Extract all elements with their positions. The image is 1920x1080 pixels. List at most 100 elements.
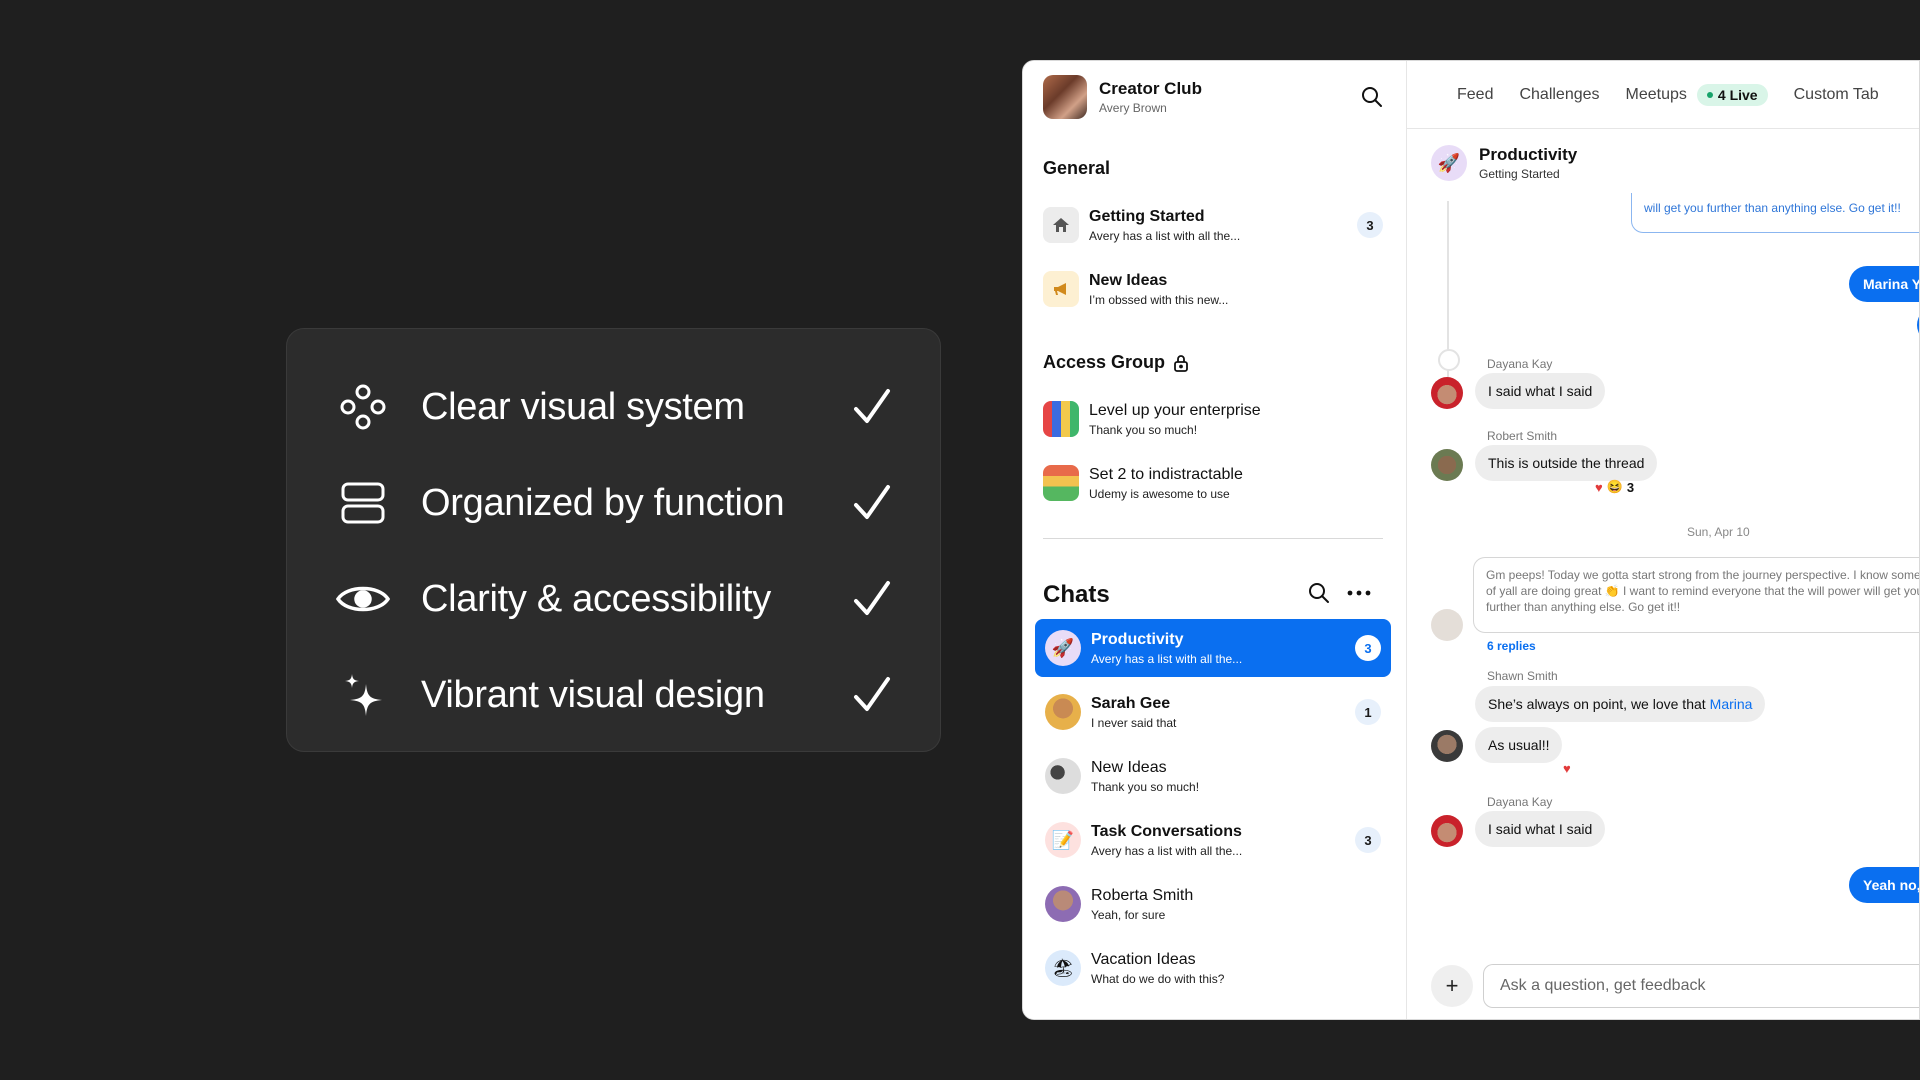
chat-preview: Thank you so much! <box>1091 779 1200 794</box>
composer: + <box>1431 964 1919 1008</box>
add-attachment-button[interactable]: + <box>1431 965 1473 1007</box>
checkmark-icon <box>850 385 894 429</box>
conversation-title: Productivity <box>1479 145 1578 164</box>
chat-item-new-ideas[interactable]: New Ideas Thank you so much! <box>1035 747 1391 805</box>
quoted-message[interactable]: will get you further than anything else.… <box>1631 193 1919 233</box>
unread-badge: 3 <box>1355 635 1381 661</box>
home-icon <box>1043 207 1079 243</box>
checkmark-icon <box>850 577 894 621</box>
search-icon[interactable] <box>1305 579 1333 607</box>
group-avatar <box>1045 758 1081 794</box>
avatar <box>1045 886 1081 922</box>
channel-name: Getting Started <box>1089 207 1205 225</box>
tab-feed[interactable]: Feed <box>1457 86 1493 104</box>
live-badge[interactable]: 4 Live <box>1696 83 1768 106</box>
club-avatar[interactable] <box>1043 75 1087 119</box>
main-panel: Feed Challenges Meetups 4 Live Custom Ta… <box>1407 61 1919 1019</box>
more-icon[interactable] <box>1345 579 1373 607</box>
chat-item-task-conversations[interactable]: 📝 Task Conversations Avery has a list wi… <box>1035 811 1391 869</box>
avatar[interactable] <box>1431 377 1463 409</box>
heart-icon[interactable]: ♥ <box>1563 761 1571 776</box>
channel-indistractable[interactable]: Set 2 to indistractable Udemy is awesome… <box>1043 457 1383 509</box>
avatar <box>1045 694 1081 730</box>
message-bubble[interactable]: I said what I said <box>1475 373 1606 409</box>
replies-link[interactable]: 6 replies <box>1487 639 1536 653</box>
feature-label: Organized by function <box>421 481 785 524</box>
channel-level-up[interactable]: Level up your enterprise Thank you so mu… <box>1043 393 1383 445</box>
rocket-icon: 🚀 <box>1045 630 1081 666</box>
message-text: She’s always on point, we love that <box>1488 696 1706 712</box>
message-bubble[interactable]: I said what I said <box>1475 811 1606 847</box>
chat-preview: I never said that <box>1091 715 1177 730</box>
message-input[interactable] <box>1483 964 1919 1008</box>
chat-name: Productivity <box>1091 630 1184 648</box>
umbrella-icon: 🏖 <box>1045 950 1081 986</box>
feature-row: Vibrant visual design <box>333 647 894 743</box>
chat-name: Sarah Gee <box>1091 694 1171 712</box>
unread-badge: 3 <box>1357 212 1383 238</box>
sidebar-header: Creator Club Avery Brown <box>1043 73 1386 121</box>
message-bubble[interactable]: She’s always on point, we love that Mari… <box>1475 686 1766 722</box>
feature-label: Clarity & accessibility <box>421 577 771 620</box>
feature-row: Clear visual system <box>333 359 894 455</box>
channel-new-ideas[interactable]: New Ideas I’m obssed with this new... <box>1043 263 1383 315</box>
tab-bar: Feed Challenges Meetups 4 Live Custom Ta… <box>1407 61 1919 129</box>
chat-preview: Yeah, for sure <box>1091 907 1166 922</box>
lock-icon <box>1173 354 1189 372</box>
message-bubble[interactable]: This is outside the thread <box>1475 445 1658 481</box>
channel-name: New Ideas <box>1089 271 1168 289</box>
eye-icon <box>333 569 393 629</box>
layers-icon <box>333 473 393 533</box>
channel-name: Set 2 to indistractable <box>1089 465 1243 483</box>
section-label: Access Group <box>1043 352 1166 372</box>
avatar[interactable] <box>1431 609 1463 641</box>
channel-preview: Avery has a list with all the... <box>1089 228 1241 243</box>
checkmark-icon <box>850 481 894 525</box>
thread-ring <box>1438 349 1460 371</box>
club-owner: Avery Brown <box>1099 101 1167 115</box>
notepad-icon: 📝 <box>1045 822 1081 858</box>
live-label: 4 Live <box>1717 86 1758 103</box>
unread-badge: 1 <box>1355 699 1381 725</box>
chat-name: New Ideas <box>1091 758 1167 776</box>
laugh-icon: 😆 <box>1606 479 1623 494</box>
message-author: Dayana Kay <box>1487 795 1553 809</box>
message-author: Shawn Smith <box>1487 669 1558 683</box>
chat-item-productivity[interactable]: 🚀 Productivity Avery has a list with all… <box>1035 619 1391 677</box>
section-title-access-group: Access Group <box>1043 352 1189 373</box>
avatar[interactable] <box>1431 449 1463 481</box>
feature-row: Organized by function <box>333 455 894 551</box>
tab-challenges[interactable]: Challenges <box>1519 86 1599 104</box>
channel-thumbnail <box>1043 401 1079 437</box>
chat-item-roberta-smith[interactable]: Roberta Smith Yeah, for sure <box>1035 875 1391 933</box>
tab-custom[interactable]: Custom Tab <box>1794 86 1879 104</box>
thread-post[interactable]: Gm peeps! Today we gotta start strong fr… <box>1473 557 1919 633</box>
rocket-icon: 🚀 <box>1431 145 1467 181</box>
channel-preview: Udemy is awesome to use <box>1089 486 1230 501</box>
heart-icon: ♥ <box>1595 479 1603 495</box>
mention-link[interactable]: Marina <box>1710 696 1753 712</box>
search-icon[interactable] <box>1358 83 1386 111</box>
chat-item-vacation-ideas[interactable]: 🏖 Vacation Ideas What do we do with this… <box>1035 939 1391 997</box>
channel-getting-started[interactable]: Getting Started Avery has a list with al… <box>1043 199 1383 251</box>
message-author: Dayana Kay <box>1487 357 1553 371</box>
message-bubble[interactable]: As usual!! <box>1475 727 1563 763</box>
channel-name: Level up your enterprise <box>1089 401 1261 419</box>
tab-meetups[interactable]: Meetups <box>1626 86 1687 104</box>
chat-preview: Avery has a list with all the... <box>1091 651 1243 666</box>
channel-thumbnail <box>1043 465 1079 501</box>
feature-card: Clear visual system Organized by functio… <box>286 328 941 752</box>
chat-item-sarah-gee[interactable]: Sarah Gee I never said that 1 <box>1035 683 1391 741</box>
outgoing-message[interactable]: Yeah no, tha <box>1849 867 1919 903</box>
avatar[interactable] <box>1431 815 1463 847</box>
feature-row: Clarity & accessibility <box>333 551 894 647</box>
stage: Clear visual system Organized by functio… <box>0 0 1920 1080</box>
channel-preview: Thank you so much! <box>1089 422 1198 437</box>
sidebar: Creator Club Avery Brown General Getting… <box>1023 61 1407 1019</box>
avatar[interactable] <box>1431 730 1463 762</box>
chat-name: Vacation Ideas <box>1091 950 1196 968</box>
reactions[interactable]: ♥ 😆 3 <box>1595 479 1634 495</box>
outgoing-message[interactable]: Marina You <box>1849 266 1919 302</box>
divider <box>1043 538 1383 539</box>
message-author: Robert Smith <box>1487 429 1558 443</box>
